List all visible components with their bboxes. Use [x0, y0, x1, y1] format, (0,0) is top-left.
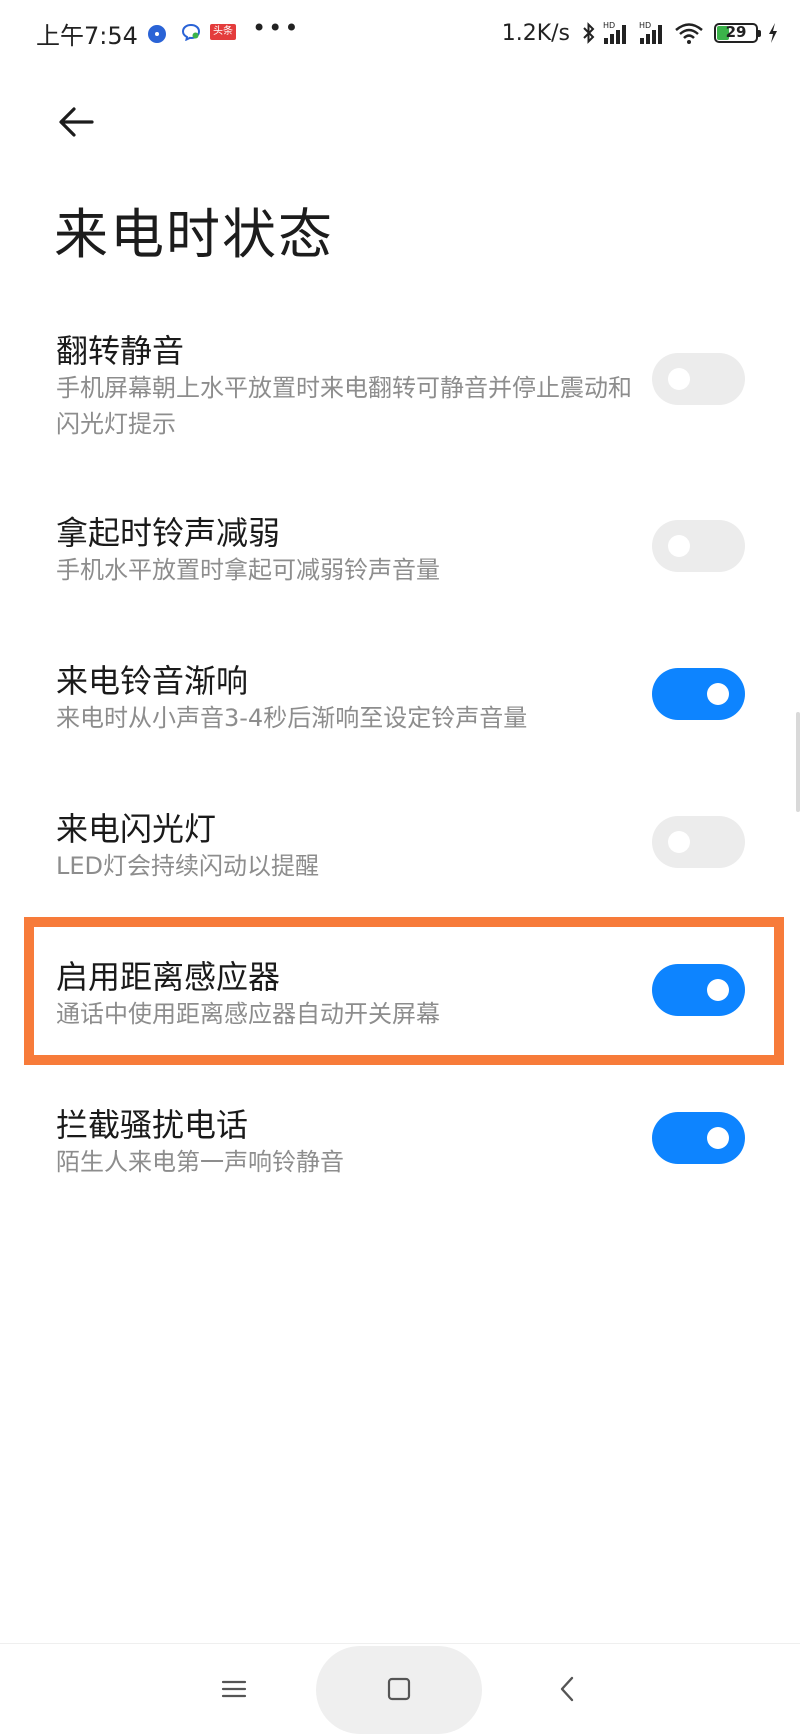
toggle-switch[interactable] — [652, 520, 745, 572]
arrow-left-icon — [59, 107, 94, 137]
status-right-group: 1.2K/s HD HD 29 — [502, 16, 780, 50]
toggle-knob — [668, 535, 690, 557]
setting-title: 翻转静音 — [56, 332, 185, 370]
toutiao-icon: 头条 — [210, 24, 236, 40]
browser-icon — [148, 25, 166, 43]
wifi-icon — [675, 23, 703, 44]
status-time: 上午7:54 — [36, 22, 138, 50]
toggle-knob — [668, 368, 690, 390]
home-button[interactable] — [376, 1666, 422, 1712]
signal-hd-icon: HD — [603, 21, 626, 44]
chat-icon — [181, 23, 201, 41]
setting-row-pickup-quiet[interactable]: 拿起时铃声减弱 手机水平放置时拿起可减弱铃声音量 — [0, 506, 800, 606]
toggle-knob — [668, 831, 690, 853]
toggle-knob — [707, 683, 729, 705]
setting-description: 手机屏幕朝上水平放置时来电翻转可静音并停止震动和闪光灯提示 — [56, 374, 632, 438]
setting-description: 通话中使用距离感应器自动开关屏幕 — [56, 1000, 440, 1028]
back-icon — [560, 1676, 574, 1702]
setting-row-flash-alert[interactable]: 来电闪光灯 LED灯会持续闪动以提醒 — [0, 802, 800, 902]
toggle-switch[interactable] — [652, 353, 745, 405]
network-speed: 1.2K/s — [501, 20, 570, 46]
svg-text:HD: HD — [603, 21, 615, 30]
setting-title: 来电铃音渐响 — [56, 662, 249, 700]
more-icon: ••• — [252, 14, 301, 42]
setting-description: 陌生人来电第一声响铃静音 — [56, 1148, 344, 1176]
back-nav-button[interactable] — [545, 1666, 591, 1712]
menu-icon — [221, 1680, 247, 1698]
battery-nub — [758, 30, 761, 37]
toggle-knob — [707, 979, 729, 1001]
setting-title: 来电闪光灯 — [56, 810, 217, 848]
setting-row-flip-mute[interactable]: 翻转静音 手机屏幕朝上水平放置时来电翻转可静音并停止震动和闪光灯提示 — [0, 318, 800, 448]
home-icon — [387, 1677, 411, 1701]
setting-description: 来电时从小声音3-4秒后渐响至设定铃声音量 — [56, 704, 528, 732]
setting-title: 拿起时铃声减弱 — [56, 514, 281, 552]
setting-title: 启用距离感应器 — [56, 958, 281, 996]
battery-level: 29 — [725, 23, 747, 41]
toggle-switch[interactable] — [652, 1112, 745, 1164]
setting-row-proximity-sensor[interactable]: 启用距离感应器 通话中使用距离感应器自动开关屏幕 — [0, 950, 800, 1050]
setting-row-ring-crescendo[interactable]: 来电铃音渐响 来电时从小声音3-4秒后渐响至设定铃声音量 — [0, 654, 800, 754]
toggle-knob — [707, 1127, 729, 1149]
toggle-switch[interactable] — [652, 816, 745, 868]
scroll-indicator — [796, 712, 800, 812]
toggle-switch[interactable] — [652, 668, 745, 720]
bluetooth-icon — [583, 22, 595, 44]
back-button[interactable] — [48, 92, 108, 152]
page-title: 来电时状态 — [54, 203, 334, 266]
setting-description: 手机水平放置时拿起可减弱铃声音量 — [56, 556, 440, 584]
navigation-bar — [0, 1643, 800, 1734]
setting-description: LED灯会持续闪动以提醒 — [56, 852, 320, 880]
setting-title: 拦截骚扰电话 — [56, 1106, 249, 1144]
status-bar: 上午7:54 头条 ••• 1.2K/s HD HD 29 — [0, 0, 800, 68]
charging-icon — [769, 23, 777, 43]
toggle-switch[interactable] — [652, 964, 745, 1016]
menu-button[interactable] — [211, 1666, 257, 1712]
setting-row-block-spam-calls[interactable]: 拦截骚扰电话 陌生人来电第一声响铃静音 — [0, 1098, 800, 1198]
battery-icon: 29 — [714, 23, 761, 43]
svg-text:HD: HD — [639, 21, 651, 30]
signal-hd-icon: HD — [639, 21, 662, 44]
